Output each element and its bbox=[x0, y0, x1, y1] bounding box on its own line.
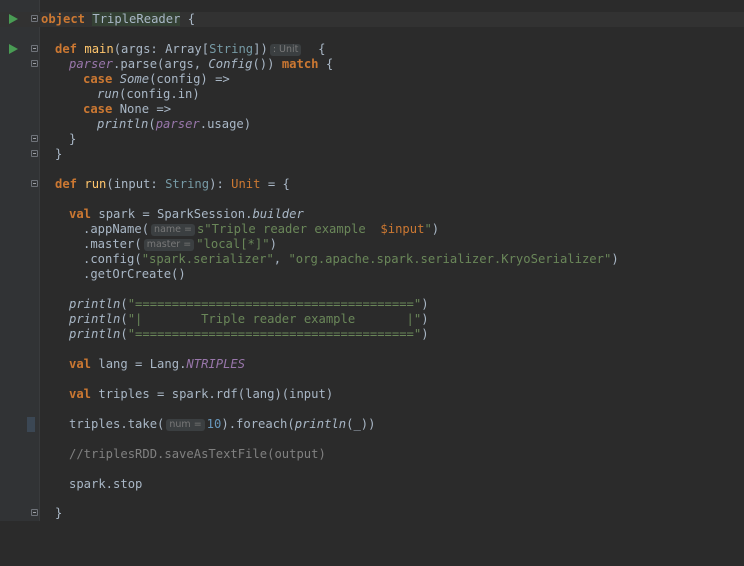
fold-icon[interactable] bbox=[31, 45, 38, 52]
code-line[interactable]: case Some(config) => bbox=[0, 72, 744, 87]
code-line[interactable]: val lang = Lang.NTRIPLES bbox=[0, 357, 744, 372]
param-hint: num = bbox=[166, 419, 205, 431]
identifier-highlight: TripleReader bbox=[92, 12, 181, 26]
fold-icon[interactable] bbox=[31, 180, 38, 187]
code-line[interactable]: object TripleReader { bbox=[0, 12, 744, 27]
fold-icon[interactable] bbox=[31, 135, 38, 142]
code-line[interactable]: case None => bbox=[0, 102, 744, 117]
fold-icon[interactable] bbox=[31, 60, 38, 67]
keyword: object bbox=[41, 12, 86, 26]
code-line[interactable]: run(config.in) bbox=[0, 87, 744, 102]
type-hint: : Unit bbox=[269, 44, 302, 56]
code-line[interactable]: parser.parse(args, Config()) match { bbox=[0, 57, 744, 72]
code-line[interactable]: .master(master = "local[*]") bbox=[0, 237, 744, 252]
fold-icon[interactable] bbox=[31, 150, 38, 157]
comment: //triplesRDD.saveAsTextFile(output) bbox=[69, 447, 326, 461]
code-line[interactable]: .getOrCreate() bbox=[0, 267, 744, 282]
param-hint: master = bbox=[143, 239, 195, 251]
code-editor[interactable]: object TripleReader { def main(args: Arr… bbox=[0, 0, 744, 521]
code-line[interactable]: triples.take(num = 10).foreach(println(_)… bbox=[0, 417, 744, 432]
code-line[interactable]: .appName(name = s"Triple reader example $… bbox=[0, 222, 744, 237]
code-line[interactable]: def run(input: String): Unit = { bbox=[0, 177, 744, 192]
breakpoint-marker-icon[interactable] bbox=[27, 417, 35, 432]
code-line[interactable]: } bbox=[0, 506, 744, 521]
code-line[interactable]: } bbox=[0, 147, 744, 162]
run-object-icon[interactable] bbox=[9, 14, 18, 24]
fold-icon[interactable] bbox=[31, 15, 38, 22]
code-line[interactable]: println("| Triple reader example |") bbox=[0, 312, 744, 327]
fold-icon[interactable] bbox=[31, 509, 38, 516]
code-line[interactable]: def main(args: Array[String]): Unit { bbox=[0, 42, 744, 57]
code-line[interactable]: //triplesRDD.saveAsTextFile(output) bbox=[0, 447, 744, 462]
code-line[interactable]: val triples = spark.rdf(lang)(input) bbox=[0, 387, 744, 402]
code-line[interactable]: println("===============================… bbox=[0, 297, 744, 312]
code-line[interactable]: } bbox=[0, 132, 744, 147]
run-main-icon[interactable] bbox=[9, 44, 18, 54]
code-line[interactable]: spark.stop bbox=[0, 477, 744, 492]
code-line[interactable]: val spark = SparkSession.builder bbox=[0, 207, 744, 222]
code-line[interactable]: println("===============================… bbox=[0, 327, 744, 342]
param-hint: name = bbox=[151, 224, 195, 236]
code-line[interactable]: .config("spark.serializer", "org.apache.… bbox=[0, 252, 744, 267]
code-line[interactable]: println(parser.usage) bbox=[0, 117, 744, 132]
